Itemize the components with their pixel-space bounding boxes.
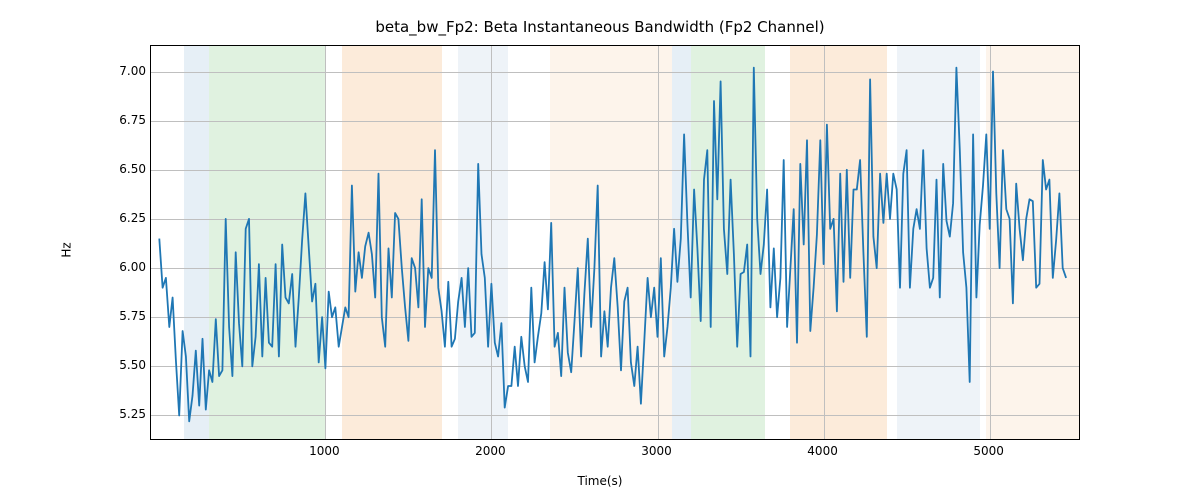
y-tick-label: 5.25 (106, 407, 146, 421)
x-tick-label: 5000 (959, 444, 1019, 458)
chart-title: beta_bw_Fp2: Beta Instantaneous Bandwidt… (0, 18, 1200, 36)
y-tick-label: 6.50 (106, 162, 146, 176)
y-tick-label: 5.50 (106, 358, 146, 372)
y-axis-label: Hz (58, 0, 76, 500)
plot-area (150, 45, 1080, 440)
x-axis-label: Time(s) (0, 474, 1200, 488)
line-series (151, 46, 1080, 440)
y-tick-label: 6.00 (106, 260, 146, 274)
figure: beta_bw_Fp2: Beta Instantaneous Bandwidt… (0, 0, 1200, 500)
x-tick-label: 4000 (793, 444, 853, 458)
y-tick-label: 7.00 (106, 64, 146, 78)
y-tick-label: 6.75 (106, 113, 146, 127)
x-tick-label: 2000 (460, 444, 520, 458)
y-tick-label: 6.25 (106, 211, 146, 225)
y-tick-label: 5.75 (106, 309, 146, 323)
x-tick-label: 1000 (294, 444, 354, 458)
x-tick-label: 3000 (627, 444, 687, 458)
